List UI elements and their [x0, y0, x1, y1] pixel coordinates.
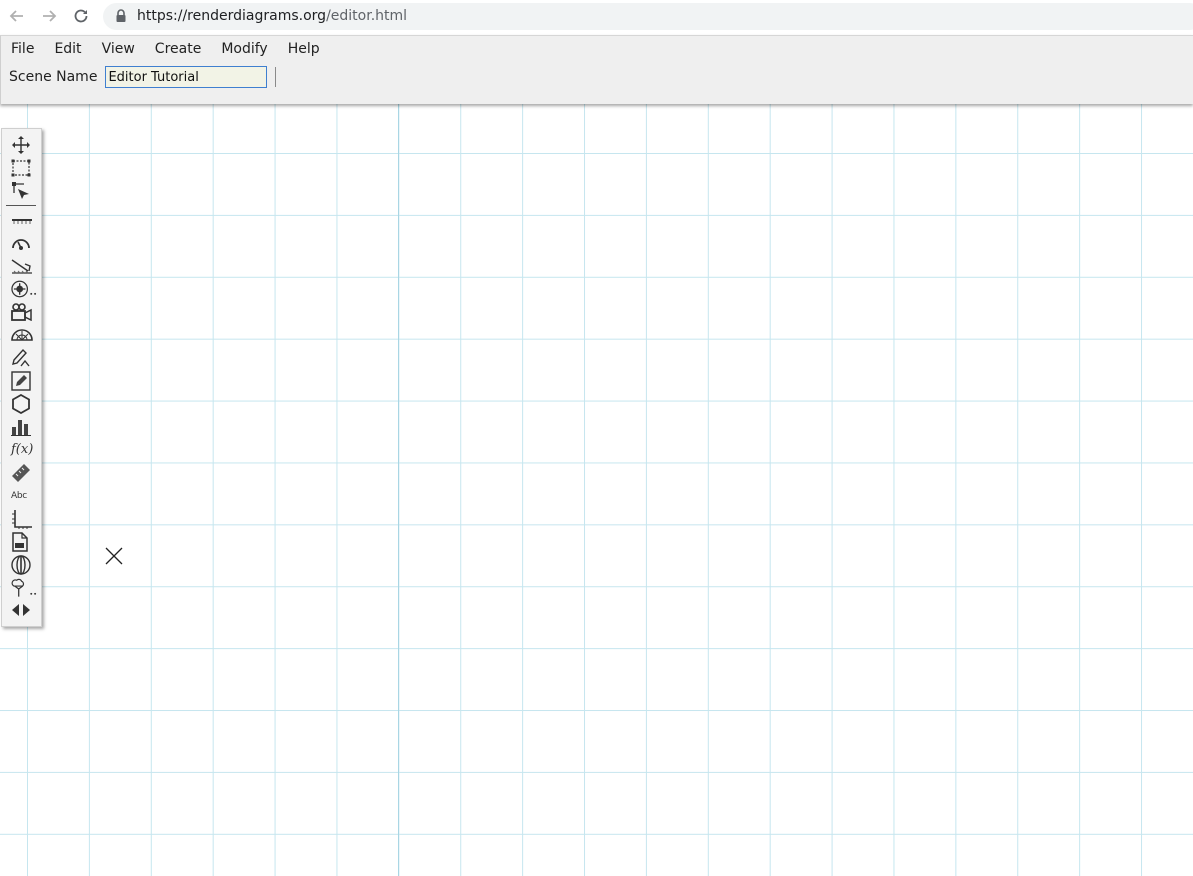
back-button[interactable]: [8, 7, 26, 25]
document-icon: [12, 531, 28, 552]
toolbar-separator: [6, 205, 36, 206]
scene-name-row: Scene Name: [9, 65, 277, 89]
browser-toolbar: https://renderdiagrams.org/editor.html: [0, 0, 1193, 33]
meter-icon: [12, 238, 30, 250]
menu-create[interactable]: Create: [145, 40, 212, 60]
menubar: File Edit View Create Modify Help: [1, 40, 330, 60]
cross-marker-icon: [105, 547, 123, 565]
reload-icon: [74, 9, 88, 23]
tool-expand[interactable]: [6, 599, 38, 620]
menu-view[interactable]: View: [92, 40, 145, 60]
scene-name-input[interactable]: [105, 66, 268, 88]
menu-modify[interactable]: Modify: [211, 40, 277, 60]
camera-icon: [11, 302, 32, 321]
tool-line[interactable]: [6, 209, 38, 230]
tool-palette: f(x) Abc: [1, 128, 42, 627]
menu-file[interactable]: File: [1, 40, 44, 60]
expand-arrows-icon: [12, 603, 30, 616]
tool-ruler[interactable]: [6, 462, 38, 483]
url-domain: https://renderdiagrams.org: [137, 8, 327, 24]
tool-rectangle-select[interactable]: [6, 157, 38, 178]
tool-gear-more[interactable]: [6, 278, 38, 299]
line-icon: [12, 218, 32, 224]
tool-text[interactable]: Abc: [6, 485, 38, 506]
menu-help[interactable]: Help: [278, 40, 330, 60]
forward-button[interactable]: [40, 7, 58, 25]
tree-more-icon: [11, 578, 37, 597]
lock-icon: [116, 9, 126, 22]
scene-name-label: Scene Name: [9, 69, 98, 85]
tool-polygon[interactable]: [6, 393, 38, 414]
function-icon: f(x): [11, 442, 34, 457]
tool-function[interactable]: f(x): [6, 439, 38, 460]
separator: [275, 67, 277, 87]
app-header: File Edit View Create Modify Help Scene …: [0, 35, 1193, 104]
drawing-canvas[interactable]: [0, 104, 1193, 876]
gear-more-icon: [11, 280, 37, 297]
tool-tree-more[interactable]: [6, 577, 38, 598]
url-text: https://renderdiagrams.org/editor.html: [137, 8, 407, 24]
menu-edit[interactable]: Edit: [44, 40, 91, 60]
bar-chart-icon: [11, 419, 31, 436]
url-path: /editor.html: [326, 8, 408, 24]
protractor-icon: [11, 328, 33, 341]
tool-pointer-select[interactable]: [6, 180, 38, 201]
forward-arrow-icon: [43, 10, 57, 22]
pencil-icon: [12, 348, 30, 366]
tool-vector[interactable]: [6, 255, 38, 276]
edit-box-icon: [11, 370, 31, 391]
globe-icon: [11, 554, 31, 575]
pointer-select-icon: [12, 181, 29, 199]
tool-document[interactable]: [6, 531, 38, 552]
tool-protractor[interactable]: [6, 324, 38, 345]
ruler-icon: [12, 463, 30, 482]
move-icon: [12, 135, 30, 154]
vertical-axis-line: [398, 104, 399, 876]
text-icon: Abc: [11, 490, 27, 501]
tool-axes[interactable]: [6, 508, 38, 529]
address-bar[interactable]: https://renderdiagrams.org/editor.html: [103, 3, 1193, 30]
tool-move[interactable]: [6, 134, 38, 155]
tool-edit-box[interactable]: [6, 370, 38, 391]
tool-meter[interactable]: [6, 232, 38, 253]
vector-arrow-icon: [11, 258, 32, 274]
back-arrow-icon: [9, 10, 23, 22]
tool-globe[interactable]: [6, 554, 38, 575]
axes-icon: [12, 509, 32, 529]
rectangle-select-icon: [11, 159, 31, 176]
tool-bar-chart[interactable]: [6, 416, 38, 437]
tool-camera[interactable]: [6, 301, 38, 322]
reload-button[interactable]: [72, 7, 90, 25]
hexagon-icon: [12, 393, 30, 414]
tool-pencil[interactable]: [6, 347, 38, 368]
